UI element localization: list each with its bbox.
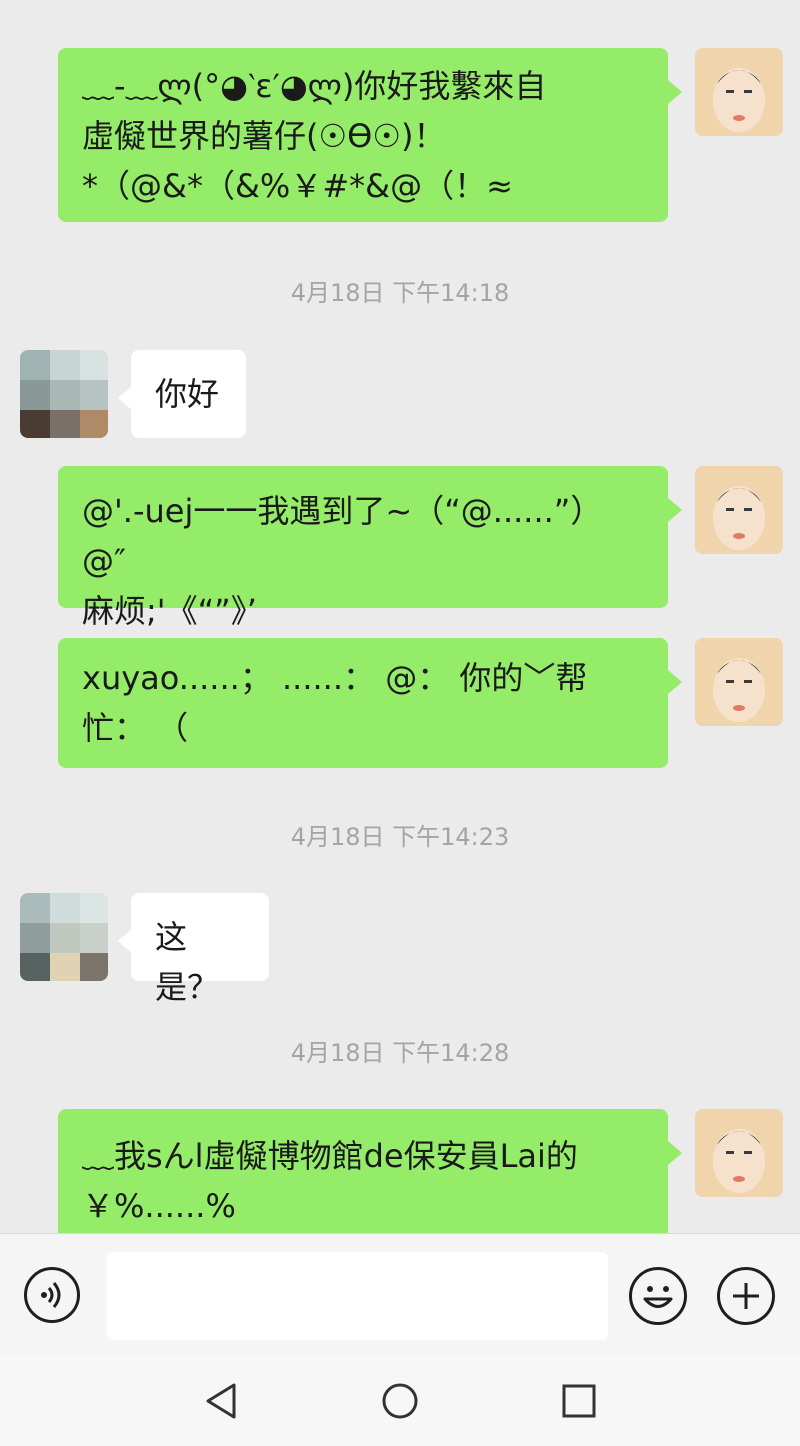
message-bubble-sent[interactable]: @'.-uej一一我遇到了~（“@......”）@″ 麻烦;'《“”》’: [58, 466, 668, 630]
bubble-tail: [668, 1141, 682, 1165]
timestamp: 4月18日 下午14:28: [290, 1039, 510, 1067]
my-avatar[interactable]: [695, 1109, 783, 1197]
voice-icon: [41, 1282, 61, 1308]
bubble-tail: [118, 929, 132, 953]
bubble-tail: [668, 670, 682, 694]
message-bubble-sent[interactable]: xuyao......； ......： @： 你的﹀帮 忙： （: [58, 638, 668, 768]
message-bubble-received[interactable]: 这是？: [131, 893, 269, 1006]
emoji-button[interactable]: [629, 1267, 687, 1325]
pixelated-avatar-icon: [20, 350, 108, 438]
nav-home-icon[interactable]: [379, 1380, 421, 1422]
bubble-tail: [668, 80, 682, 104]
my-avatar[interactable]: [695, 638, 783, 726]
my-avatar[interactable]: [695, 48, 783, 136]
emoji-icon: [643, 1286, 673, 1308]
bubble-tail: [668, 498, 682, 522]
message-input[interactable]: [107, 1252, 608, 1340]
my-avatar[interactable]: [695, 466, 783, 554]
face-avatar-icon: [695, 466, 783, 554]
face-avatar-icon: [695, 1109, 783, 1197]
chat-message-list[interactable]: ﹏-﹏ლ(°◕‵ε′◕ლ)你好我繫來自 虛儗世界的薯仔(☉ϴ☉)！ *（@&*（…: [0, 0, 800, 1233]
message-bubble-sent[interactable]: ﹏-﹏ლ(°◕‵ε′◕ლ)你好我繫來自 虛儗世界的薯仔(☉ϴ☉)！ *（@&*（…: [58, 48, 668, 222]
more-button[interactable]: [717, 1267, 775, 1325]
timestamp: 4月18日 下午14:18: [290, 279, 510, 307]
message-bubble-received[interactable]: 你好: [131, 350, 246, 438]
timestamp: 4月18日 下午14:23: [290, 823, 510, 851]
face-avatar-icon: [695, 48, 783, 136]
contact-avatar[interactable]: [20, 893, 108, 981]
face-avatar-icon: [695, 638, 783, 726]
nav-recents-icon[interactable]: [558, 1380, 600, 1422]
message-bubble-sent[interactable]: ﹏我sんl虛儗博物館de保安員Lai的 ￥%......%: [58, 1109, 668, 1233]
nav-back-icon[interactable]: [200, 1380, 242, 1422]
voice-button[interactable]: [24, 1267, 80, 1323]
bubble-tail: [118, 386, 132, 410]
pixelated-avatar-icon: [20, 893, 108, 981]
plus-icon: [733, 1283, 759, 1309]
input-bar: [0, 1233, 800, 1356]
system-navigation-bar: [0, 1355, 800, 1446]
contact-avatar[interactable]: [20, 350, 108, 438]
